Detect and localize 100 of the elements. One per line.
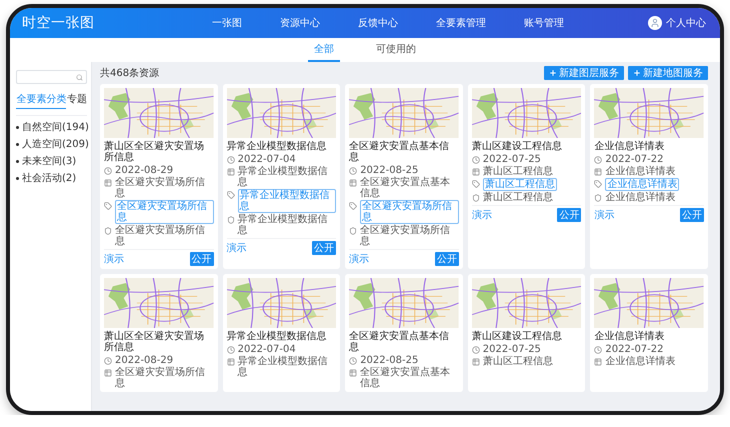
sidebar-tab[interactable]: 专题 — [66, 92, 87, 109]
tag-label: 全区避灾安置场所信息 — [360, 200, 459, 224]
date-text: 2022-07-04 — [238, 154, 296, 165]
plus-icon — [549, 69, 557, 77]
info-text: 萧山区工程信息 — [482, 192, 553, 203]
date-text: 2022-08-25 — [360, 355, 418, 366]
resource-card[interactable]: 异常企业模型数据信息 2022-07-04 异常企业模型数据信息 异常企业模型数据信息 异常企业模型数据信息 演示 公开 — [222, 84, 340, 269]
info-text: 全区避灾安置场所信息 — [115, 367, 206, 389]
info-text: 全区避灾安置场所信息 — [115, 225, 206, 247]
info-text: 萧山区工程信息 — [482, 166, 553, 177]
table-icon — [104, 179, 112, 187]
category-item[interactable]: 社会活动(2) — [16, 171, 87, 185]
shield-icon — [349, 227, 358, 235]
nav-link[interactable]: 全要素管理 — [436, 16, 486, 30]
clock-icon — [472, 156, 480, 164]
date-text: 2022-08-29 — [115, 165, 174, 176]
plus-icon — [633, 69, 641, 77]
clock-icon — [594, 156, 602, 164]
resource-count: 共468条资源 — [100, 66, 160, 80]
table-icon — [472, 358, 480, 366]
table-icon — [472, 168, 480, 176]
card-title: 异常企业模型数据信息 — [226, 331, 328, 342]
resource-card[interactable]: 全区避灾安置点基本信息 2022-08-25 全区避灾安置点基本信息 全区避灾安置场所信息 全区避灾安置场所信息 演示 公开 — [345, 84, 463, 269]
table-icon — [226, 168, 235, 176]
user-center-link[interactable]: 个人中心 — [666, 16, 706, 30]
demo-link[interactable]: 演示 — [594, 208, 614, 222]
clock-icon — [104, 357, 112, 365]
public-badge: 公开 — [680, 208, 704, 222]
card-title: 全区避灾安置点基本信息 — [349, 331, 450, 353]
tag-label: 萧山区工程信息 — [482, 178, 557, 191]
shield-icon — [104, 227, 112, 235]
clock-icon — [472, 346, 480, 354]
clock-icon — [226, 156, 235, 164]
demo-link[interactable]: 演示 — [104, 252, 124, 266]
resource-card[interactable]: 异常企业模型数据信息 2022-07-04 异常企业模型数据信息 — [222, 274, 340, 392]
card-title: 萧山区建设工程信息 — [472, 141, 563, 152]
tag-icon — [349, 202, 358, 210]
table-icon — [104, 369, 112, 377]
tag-icon — [104, 202, 112, 210]
public-badge: 公开 — [434, 252, 459, 266]
info-text: 异常企业模型数据信息 — [238, 356, 329, 378]
date-text: 2022-07-25 — [482, 154, 541, 165]
demo-link[interactable]: 演示 — [472, 208, 492, 222]
search-icon[interactable] — [76, 74, 83, 80]
category-item[interactable]: 人造空间(209) — [16, 137, 87, 151]
demo-link[interactable]: 演示 — [226, 241, 247, 255]
tag-icon — [594, 180, 602, 188]
category-item[interactable]: 自然空间(194) — [16, 120, 87, 134]
resource-card[interactable]: 企业信息详情表 2022-07-22 企业信息详情表 — [590, 274, 708, 392]
table-icon — [594, 358, 602, 366]
category-item[interactable]: 未来空间(3) — [16, 154, 87, 168]
shield-icon — [472, 194, 480, 202]
clock-icon — [104, 167, 112, 175]
info-text: 全区避灾安置场所信息 — [115, 177, 206, 199]
info-text: 异常企业模型数据信息 — [238, 166, 329, 188]
public-badge: 公开 — [190, 252, 214, 266]
table-icon — [226, 358, 235, 366]
tag-icon — [472, 180, 480, 188]
table-icon — [349, 369, 358, 377]
search-field[interactable] — [16, 70, 87, 84]
tag-label: 全区避灾安置场所信息 — [115, 200, 214, 224]
demo-link[interactable]: 演示 — [349, 252, 370, 266]
clock-icon — [349, 357, 358, 365]
tab[interactable]: 可使用的 — [370, 38, 422, 62]
date-text: 2022-07-04 — [238, 344, 296, 355]
date-text: 2022-07-22 — [605, 344, 664, 355]
table-icon — [594, 168, 602, 176]
tag-icon — [226, 191, 235, 199]
card-title: 萧山区全区避灾安置场所信息 — [104, 141, 205, 163]
resource-card[interactable]: 企业信息详情表 2022-07-22 企业信息详情表 企业信息详情表 企业信息详情表 演示 公开 — [590, 84, 708, 269]
info-text: 企业信息详情表 — [605, 356, 676, 367]
card-title: 异常企业模型数据信息 — [226, 141, 328, 152]
date-text: 2022-08-25 — [360, 165, 418, 176]
card-title: 企业信息详情表 — [594, 141, 666, 152]
nav-link[interactable]: 账号管理 — [524, 16, 564, 30]
card-title: 全区避灾安置点基本信息 — [349, 141, 450, 163]
clock-icon — [349, 167, 358, 175]
public-badge: 公开 — [557, 208, 582, 222]
card-title: 萧山区全区避灾安置场所信息 — [104, 331, 205, 353]
public-badge: 公开 — [312, 241, 336, 255]
resource-card[interactable]: 萧山区全区避灾安置场所信息 2022-08-29 全区避灾安置场所信息 — [100, 274, 218, 392]
tag-label: 企业信息详情表 — [605, 178, 680, 191]
resource-card[interactable]: 萧山区全区避灾安置场所信息 2022-08-29 全区避灾安置场所信息 全区避灾安置场所信息 全区避灾安置场所信息 演示 公开 — [100, 84, 218, 269]
nav-link[interactable]: 一张图 — [212, 16, 242, 30]
nav-link[interactable]: 反馈中心 — [358, 16, 398, 30]
card-title: 企业信息详情表 — [594, 331, 666, 342]
nav-link[interactable]: 资源中心 — [280, 16, 320, 30]
resource-card[interactable]: 全区避灾安置点基本信息 2022-08-25 全区避灾安置点基本信息 — [345, 274, 463, 392]
info-text: 企业信息详情表 — [605, 166, 676, 177]
card-title: 萧山区建设工程信息 — [472, 331, 563, 342]
resource-card[interactable]: 萧山区建设工程信息 2022-07-25 萧山区工程信息 — [468, 274, 586, 392]
date-text: 2022-07-22 — [605, 154, 664, 165]
shield-icon — [226, 216, 235, 224]
avatar-icon[interactable] — [648, 16, 662, 30]
clock-icon — [594, 346, 602, 354]
info-text: 企业信息详情表 — [605, 192, 676, 203]
info-text: 全区避灾安置场所信息 — [360, 225, 452, 247]
info-text: 全区避灾安置点基本信息 — [360, 367, 452, 389]
resource-card[interactable]: 萧山区建设工程信息 2022-07-25 萧山区工程信息 萧山区工程信息 萧山区工程信息 演示 公开 — [468, 84, 586, 269]
sidebar-tab[interactable]: 全要素分类 — [16, 92, 66, 109]
